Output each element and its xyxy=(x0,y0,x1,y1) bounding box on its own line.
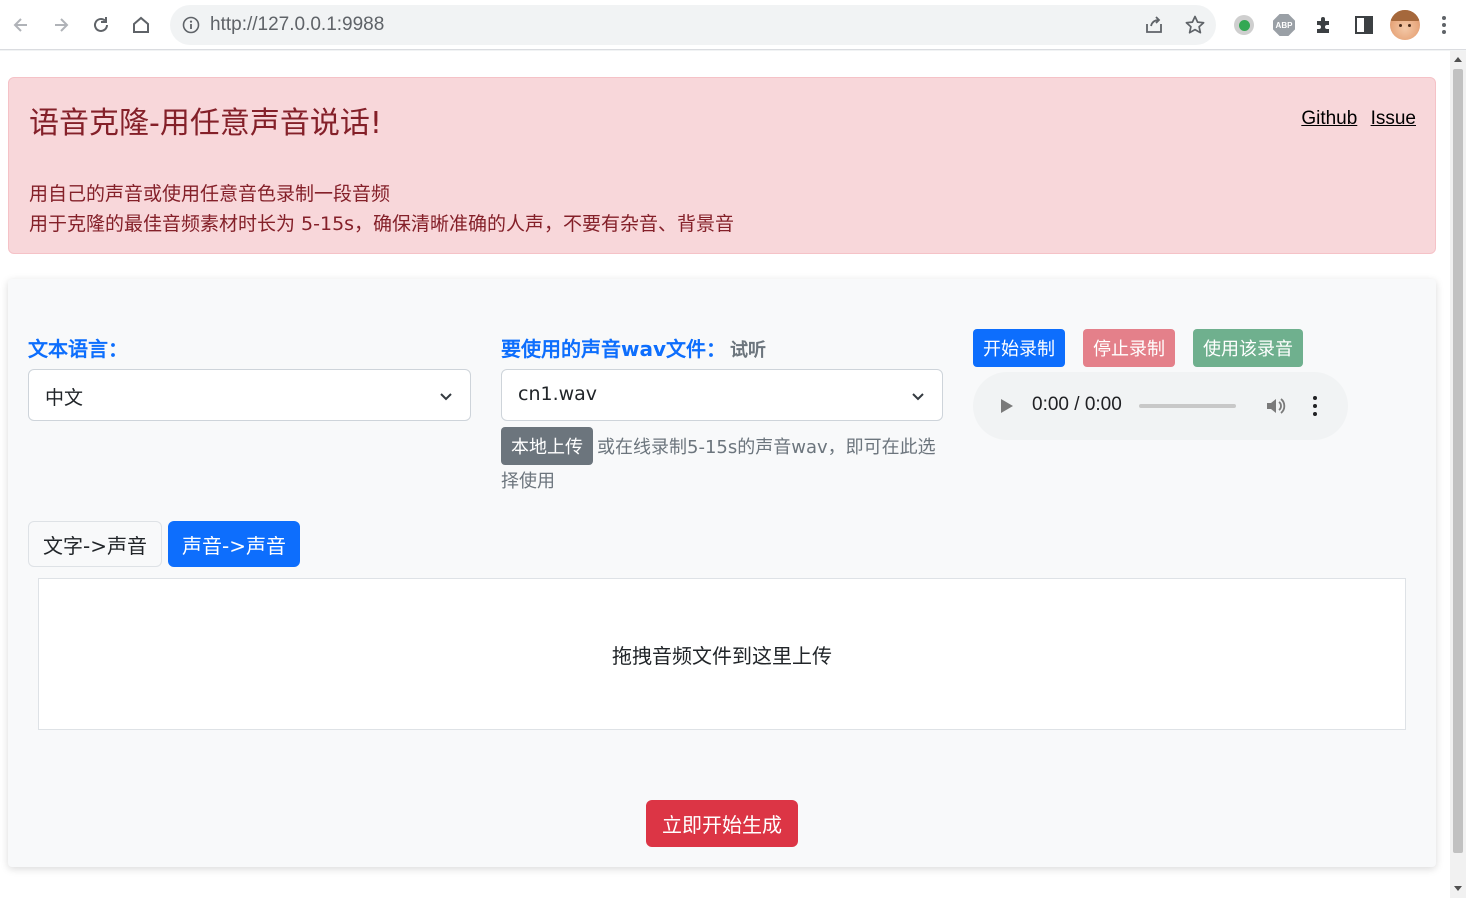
scroll-up-icon[interactable] xyxy=(1454,57,1462,62)
generate-button[interactable]: 立即开始生成 xyxy=(646,800,798,847)
side-panel-button[interactable] xyxy=(1351,12,1377,38)
language-label: 文本语言： xyxy=(28,337,128,361)
language-selected-value: 中文 xyxy=(45,387,84,409)
chevron-down-icon xyxy=(440,393,452,401)
start-recording-button[interactable]: 开始录制 xyxy=(973,329,1065,367)
player-time: 0:00 / 0:00 xyxy=(1032,394,1122,415)
seek-slider[interactable] xyxy=(1139,404,1236,408)
page-viewport: 语音克隆-用任意声音说话! Github Issue 用自己的声音或使用任意音色… xyxy=(0,51,1450,898)
browser-menu-icon[interactable] xyxy=(1432,12,1456,38)
browser-toolbar: http://127.0.0.1:9988 ABP xyxy=(0,0,1466,50)
reload-button[interactable] xyxy=(86,10,116,40)
header-alert: 语音克隆-用任意声音说话! Github Issue 用自己的声音或使用任意音色… xyxy=(8,77,1436,254)
language-select[interactable]: 中文 xyxy=(28,369,471,421)
address-bar[interactable]: http://127.0.0.1:9988 xyxy=(170,5,1216,45)
abp-icon: ABP xyxy=(1273,14,1295,36)
upload-hint: 或在线录制5-15s的声音wav，即可在此选择使用 xyxy=(501,437,936,492)
header-links: Github Issue xyxy=(1293,108,1416,130)
profile-avatar[interactable] xyxy=(1390,10,1420,40)
info-icon[interactable] xyxy=(182,16,200,34)
github-link[interactable]: Github xyxy=(1301,108,1357,129)
issue-link[interactable]: Issue xyxy=(1371,108,1416,129)
home-button[interactable] xyxy=(126,10,156,40)
page-title: 语音克隆-用任意声音说话! xyxy=(29,106,382,141)
arrow-right-icon xyxy=(55,18,69,32)
bookmark-star-icon[interactable] xyxy=(1184,14,1206,36)
green-dot-extension[interactable] xyxy=(1231,12,1257,38)
adblock-extension[interactable]: ABP xyxy=(1271,12,1297,38)
share-icon[interactable] xyxy=(1144,15,1164,35)
stop-recording-button[interactable]: 停止录制 xyxy=(1083,329,1175,367)
audio-player: 0:00 / 0:00 xyxy=(973,372,1348,440)
voice-file-select[interactable]: cn1.wav xyxy=(501,369,943,421)
arrow-left-icon xyxy=(13,18,27,32)
audio-dropzone[interactable]: 拖拽音频文件到这里上传 xyxy=(38,578,1406,730)
tab-text-to-voice[interactable]: 文字->声音 xyxy=(28,521,162,567)
use-recording-button[interactable]: 使用该录音 xyxy=(1193,329,1303,367)
play-icon[interactable] xyxy=(1001,399,1013,413)
forward-button[interactable] xyxy=(46,10,76,40)
status-dot-icon xyxy=(1234,15,1254,35)
voice-file-label: 要使用的声音wav文件： 试听 xyxy=(501,337,767,361)
page-scrollbar[interactable] xyxy=(1450,51,1466,898)
preview-link[interactable]: 试听 xyxy=(730,340,766,361)
scrollbar-thumb[interactable] xyxy=(1453,69,1463,853)
voice-selected-value: cn1.wav xyxy=(518,383,598,405)
side-panel-icon xyxy=(1355,16,1373,34)
main-card: 文本语言： 中文 要使用的声音wav文件： 试听 cn1.wav 本地上传 或在线… xyxy=(8,279,1436,867)
scroll-down-icon[interactable] xyxy=(1454,886,1462,891)
dropzone-text: 拖拽音频文件到这里上传 xyxy=(612,643,832,668)
volume-icon[interactable] xyxy=(1264,395,1286,417)
tab-voice-to-voice[interactable]: 声音->声音 xyxy=(168,521,300,567)
url-text[interactable]: http://127.0.0.1:9988 xyxy=(210,14,384,36)
chevron-down-icon xyxy=(912,393,924,401)
more-options-icon[interactable] xyxy=(1309,394,1321,418)
back-button[interactable] xyxy=(6,10,36,40)
description-line-1: 用自己的声音或使用任意音色录制一段音频 xyxy=(29,183,391,205)
home-icon xyxy=(133,16,149,33)
extensions-button[interactable] xyxy=(1311,12,1337,38)
puzzle-icon xyxy=(1317,17,1329,33)
reload-icon xyxy=(94,17,108,32)
description-line-2: 用于克隆的最佳音频素材时长为 5-15s，确保清晰准确的人声，不要有杂音、背景音 xyxy=(29,213,735,235)
